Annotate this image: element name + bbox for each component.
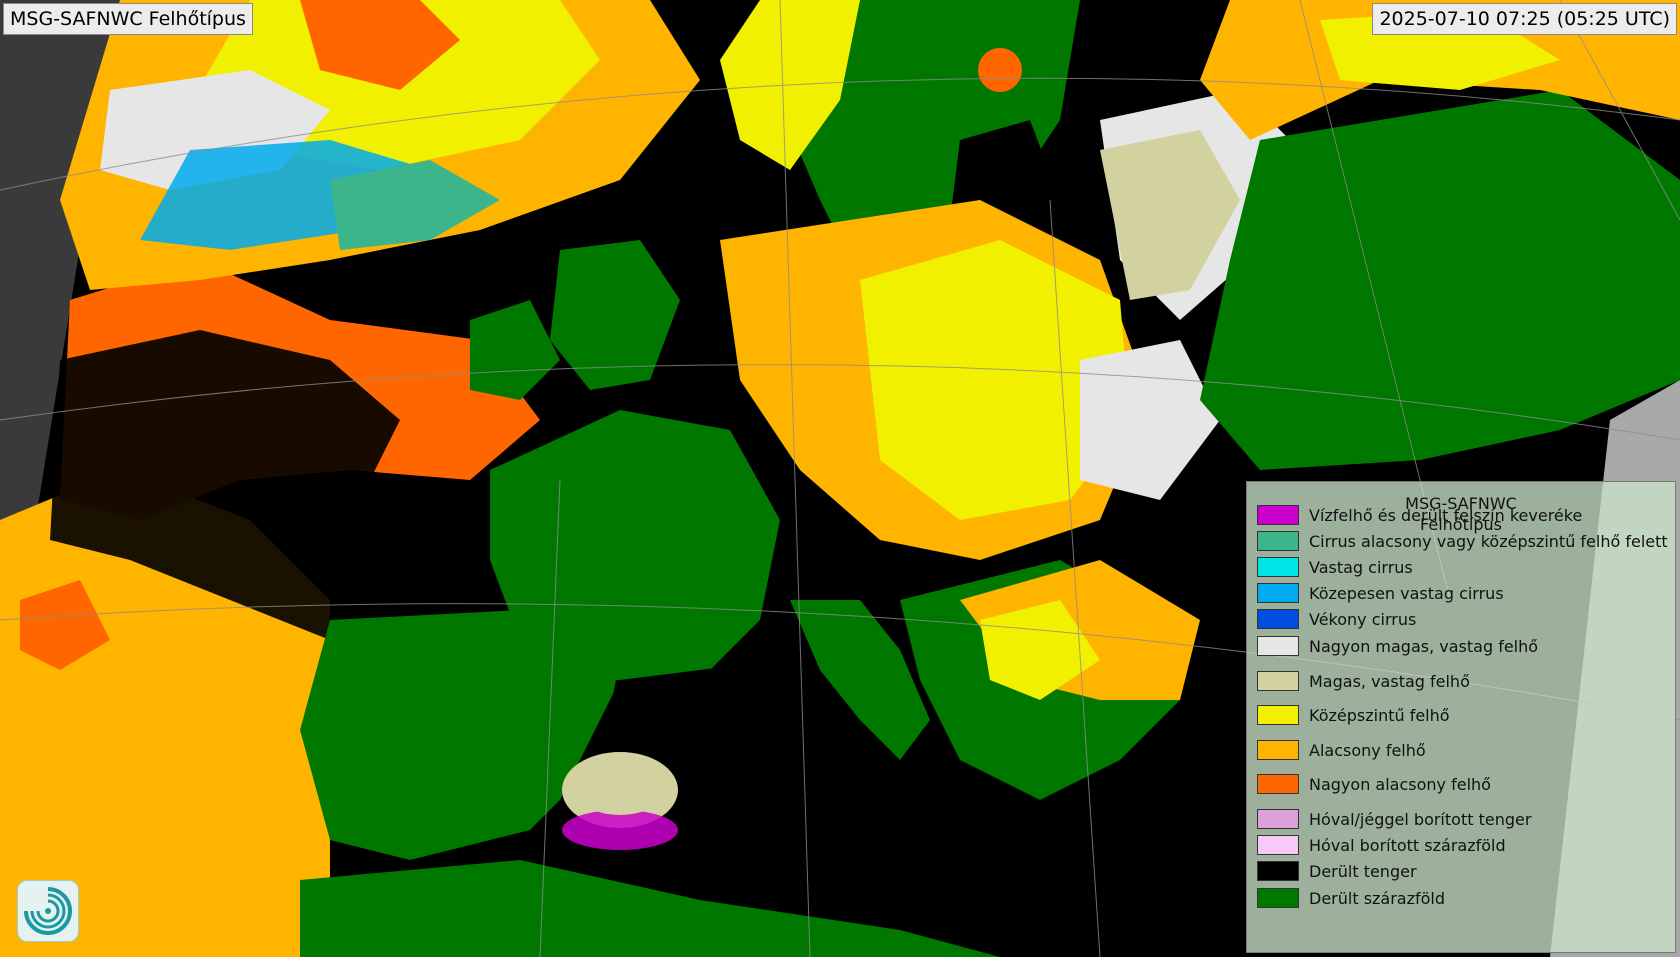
swirl-logo-graphic — [24, 887, 72, 935]
swirl-logo-icon — [17, 880, 79, 942]
legend-label: Derült szárazföld — [1309, 888, 1446, 908]
legend-label: Vékony cirrus — [1309, 609, 1417, 629]
legend-swatch — [1257, 835, 1299, 855]
legend-label: Közepesen vastag cirrus — [1309, 583, 1504, 603]
legend-label: Alacsony felhő — [1309, 740, 1426, 760]
legend-swatch — [1257, 809, 1299, 829]
legend-item: Közepesen vastag cirrus — [1257, 582, 1504, 604]
timestamp-label: 2025-07-10 07:25 (05:25 UTC) — [1372, 3, 1677, 35]
map-viewer: MSG-SAFNWC Felhőtípus 2025-07-10 07:25 (… — [0, 0, 1680, 957]
legend-label: Cirrus alacsony vagy középszintű felhő f… — [1309, 531, 1668, 551]
med-tan-core — [572, 755, 668, 815]
legend-item: Hóval borított szárazföld — [1257, 834, 1506, 856]
legend-label: Derült tenger — [1309, 861, 1417, 881]
legend-swatch — [1257, 774, 1299, 794]
legend-label: Hóval/jéggel borított tenger — [1309, 809, 1532, 829]
legend-item: Alacsony felhő — [1257, 739, 1426, 761]
legend-swatch — [1257, 705, 1299, 725]
legend-item: Magas, vastag felhő — [1257, 670, 1470, 692]
legend-item: Vastag cirrus — [1257, 556, 1413, 578]
legend-swatch — [1257, 740, 1299, 760]
legend-label: Nagyon alacsony felhő — [1309, 774, 1491, 794]
med-purple-ring — [562, 810, 678, 850]
legend-swatch — [1257, 531, 1299, 551]
legend-swatch — [1257, 671, 1299, 691]
legend-panel: MSG-SAFNWC Felhőtípus Vízfelhő és derült… — [1246, 481, 1676, 953]
legend-item: Derült szárazföld — [1257, 887, 1445, 909]
legend-swatch — [1257, 557, 1299, 577]
legend-swatch — [1257, 505, 1299, 525]
legend-item: Nagyon alacsony felhő — [1257, 773, 1491, 795]
legend-swatch — [1257, 861, 1299, 881]
legend-item: Vékony cirrus — [1257, 608, 1416, 630]
legend-label: Nagyon magas, vastag felhő — [1309, 636, 1539, 656]
legend-item: Cirrus alacsony vagy középszintű felhő f… — [1257, 530, 1668, 552]
legend-swatch — [1257, 609, 1299, 629]
legend-item: Nagyon magas, vastag felhő — [1257, 635, 1538, 657]
legend-swatch — [1257, 888, 1299, 908]
legend-swatch — [1257, 636, 1299, 656]
legend-item: Vízfelhő és derült felszín keveréke — [1257, 504, 1582, 526]
legend-label: Magas, vastag felhő — [1309, 671, 1470, 691]
legend-label: Középszintű felhő — [1309, 705, 1450, 725]
product-title: MSG-SAFNWC Felhőtípus — [3, 3, 253, 35]
legend-item: Derült tenger — [1257, 860, 1417, 882]
legend-item: Középszintű felhő — [1257, 704, 1450, 726]
legend-swatch — [1257, 583, 1299, 603]
finland-orange-spot — [978, 48, 1022, 92]
legend-label: Vastag cirrus — [1309, 557, 1413, 577]
legend-label: Vízfelhő és derült felszín keveréke — [1309, 505, 1583, 525]
legend-item: Hóval/jéggel borított tenger — [1257, 808, 1531, 830]
legend-label: Hóval borított szárazföld — [1309, 835, 1506, 855]
